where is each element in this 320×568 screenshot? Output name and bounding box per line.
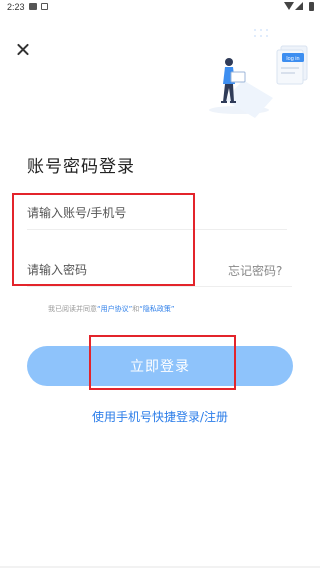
quick-login-link[interactable]: 使用手机号快捷登录/注册 (0, 408, 320, 425)
password-input[interactable] (27, 254, 217, 286)
app-icon (41, 3, 48, 10)
signal-icon (295, 2, 303, 10)
login-badge: log in (286, 56, 299, 62)
status-bar: 2:23 (0, 0, 320, 14)
wifi-icon (284, 2, 294, 10)
forgot-password-link[interactable]: 忘记密码? (228, 262, 282, 279)
page-title: 账号密码登录 (27, 157, 135, 177)
input-divider (27, 286, 292, 287)
notification-icon (29, 3, 37, 10)
agreement-prefix: 我已阅读并同意 (48, 305, 97, 313)
login-button[interactable]: 立即登录 (27, 346, 293, 386)
user-agreement-link[interactable]: “用户协议” (97, 305, 132, 313)
battery-icon (309, 2, 314, 11)
status-time: 2:23 (7, 2, 25, 12)
agreement-text: 我已阅读并同意“用户协议”和“隐私政策” (48, 304, 175, 314)
close-icon[interactable] (14, 41, 32, 59)
account-input[interactable] (27, 196, 287, 230)
privacy-policy-link[interactable]: “隐私政策” (139, 305, 174, 313)
login-illustration: log in (209, 29, 308, 118)
